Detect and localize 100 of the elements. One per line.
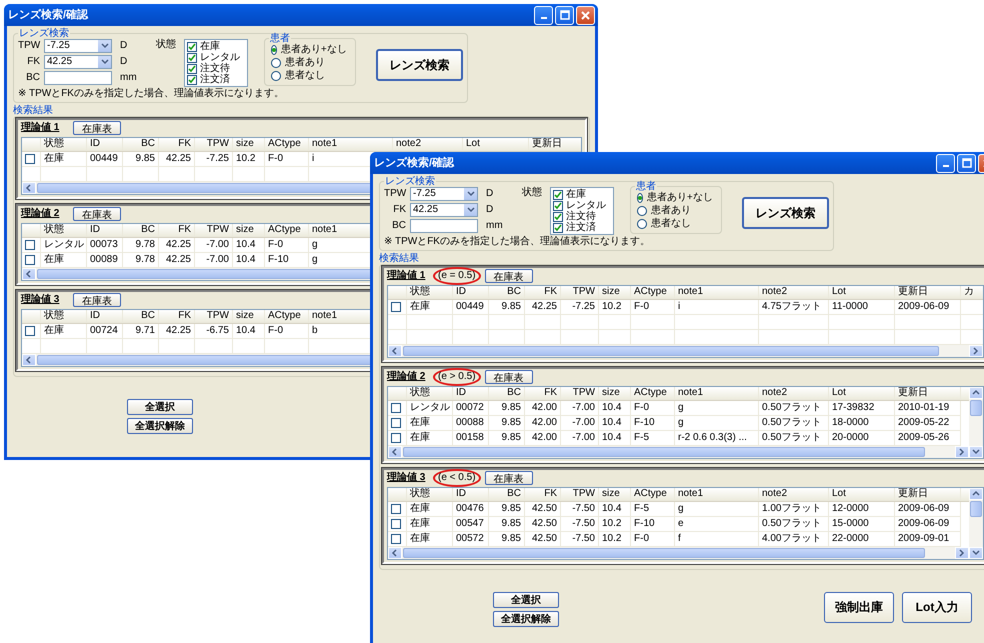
column-header[interactable]: ACtype [265, 138, 309, 151]
column-header[interactable]: size [599, 286, 631, 299]
checkbox-label[interactable]: 注文済 [200, 74, 230, 86]
checkbox[interactable] [553, 212, 563, 222]
column-header[interactable]: note2 [759, 387, 829, 400]
radio-label[interactable]: 患者あり [284, 57, 325, 69]
minimize-button[interactable] [936, 154, 955, 172]
column-header[interactable]: 状態 [41, 310, 87, 323]
checkbox-label[interactable]: 注文待 [200, 62, 230, 74]
scroll-thumb[interactable] [403, 548, 925, 558]
checkbox-label[interactable]: レンタル [200, 52, 240, 64]
column-header[interactable]: 状態 [41, 138, 87, 151]
row-checkbox[interactable] [391, 519, 401, 529]
column-header[interactable]: note1 [675, 286, 759, 299]
column-header[interactable]: ID [453, 286, 489, 299]
radio-label[interactable]: 患者あり [650, 205, 691, 217]
stock-table-button[interactable]: 在庫表 [73, 120, 121, 134]
checkbox-label[interactable]: 注文済 [566, 222, 596, 234]
column-header[interactable]: FK [525, 286, 561, 299]
select-button[interactable]: 全選択解除 [493, 611, 559, 627]
column-header[interactable]: BC [489, 488, 525, 501]
column-header[interactable]: size [233, 310, 265, 323]
radio-button[interactable] [270, 71, 281, 81]
minimize-button[interactable] [534, 6, 553, 24]
scroll-thumb[interactable] [403, 346, 939, 356]
horizontal-scrollbar[interactable] [388, 547, 969, 559]
column-header[interactable]: FK [159, 138, 195, 151]
column-header[interactable]: TPW [561, 488, 599, 501]
radio-label[interactable]: 患者あり+なし [280, 44, 347, 56]
maximize-button[interactable] [555, 6, 574, 24]
column-header[interactable]: ACtype [265, 224, 309, 237]
checkbox[interactable] [553, 200, 563, 210]
input-field[interactable] [410, 219, 478, 233]
column-header[interactable]: ID [453, 387, 489, 400]
column-header[interactable]: BC [489, 286, 525, 299]
select-button[interactable]: 全選択解除 [127, 418, 193, 434]
radio-button[interactable] [270, 58, 281, 68]
row-checkbox[interactable] [25, 154, 35, 164]
row-checkbox[interactable] [391, 534, 401, 544]
row-checkbox[interactable] [391, 418, 401, 428]
checkbox-label[interactable]: 注文待 [566, 210, 596, 222]
column-header[interactable]: note1 [309, 138, 393, 151]
lens-search-button[interactable]: レンズ検索 [742, 197, 829, 229]
column-header[interactable]: Lot [463, 138, 529, 151]
column-header[interactable]: 状態 [407, 488, 453, 501]
column-header[interactable]: Lot [829, 286, 895, 299]
checkbox[interactable] [187, 64, 197, 74]
column-header[interactable]: size [233, 138, 265, 151]
radio-button[interactable] [636, 206, 647, 216]
column-header[interactable]: note1 [675, 488, 759, 501]
checkbox[interactable] [187, 42, 197, 52]
column-header[interactable]: ID [453, 488, 489, 501]
radio-button[interactable] [636, 193, 643, 203]
column-header[interactable]: カ [961, 286, 983, 299]
column-header[interactable]: note2 [759, 286, 829, 299]
column-header[interactable]: 状態 [407, 387, 453, 400]
select-button[interactable]: 全選択 [493, 592, 559, 608]
lens-search-button[interactable]: レンズ検索 [376, 49, 463, 81]
column-header[interactable]: size [233, 224, 265, 237]
maximize-button[interactable] [957, 154, 976, 172]
stock-table-button[interactable]: 在庫表 [484, 470, 533, 484]
column-header[interactable]: size [599, 488, 631, 501]
horizontal-scrollbar[interactable] [388, 345, 983, 357]
column-header[interactable]: note1 [675, 387, 759, 400]
column-header[interactable]: ACtype [631, 488, 675, 501]
column-header[interactable]: Lot [829, 488, 895, 501]
dropdown-field[interactable]: -7.25 [44, 39, 112, 53]
radio-label[interactable]: 患者なし [284, 70, 325, 82]
row-checkbox[interactable] [391, 504, 401, 514]
row-checkbox[interactable] [391, 302, 401, 312]
checkbox-label[interactable]: 在庫 [566, 188, 586, 200]
radio-label[interactable]: 患者あり+なし [646, 192, 713, 204]
stock-table-button[interactable]: 在庫表 [484, 370, 533, 384]
column-header[interactable]: note2 [393, 138, 463, 151]
column-header[interactable]: TPW [195, 224, 233, 237]
column-header[interactable]: TPW [561, 387, 599, 400]
radio-button[interactable] [636, 219, 647, 229]
column-header[interactable]: size [599, 387, 631, 400]
vertical-scrollbar[interactable] [969, 488, 983, 559]
column-header[interactable]: ACtype [631, 286, 675, 299]
select-button[interactable]: 全選択 [127, 399, 193, 415]
radio-label[interactable]: 患者なし [650, 218, 691, 230]
horizontal-scrollbar[interactable] [388, 446, 969, 458]
column-header[interactable]: TPW [561, 286, 599, 299]
close-button[interactable] [576, 6, 595, 24]
column-header[interactable]: ID [87, 310, 123, 323]
vertical-scrollbar[interactable] [969, 387, 983, 458]
column-header[interactable]: BC [123, 138, 159, 151]
row-checkbox[interactable] [25, 326, 35, 336]
column-header[interactable]: 状態 [41, 224, 87, 237]
column-header[interactable]: ACtype [265, 310, 309, 323]
column-header[interactable]: ACtype [631, 387, 675, 400]
checkbox-label[interactable]: 在庫 [200, 40, 220, 52]
row-checkbox[interactable] [25, 240, 35, 250]
column-header[interactable]: BC [489, 387, 525, 400]
action-button[interactable]: Lot入力 [902, 592, 972, 623]
dropdown-field[interactable]: -7.25 [410, 187, 478, 201]
scroll-thumb[interactable] [970, 501, 982, 517]
column-header[interactable]: FK [159, 310, 195, 323]
checkbox[interactable] [187, 74, 197, 84]
